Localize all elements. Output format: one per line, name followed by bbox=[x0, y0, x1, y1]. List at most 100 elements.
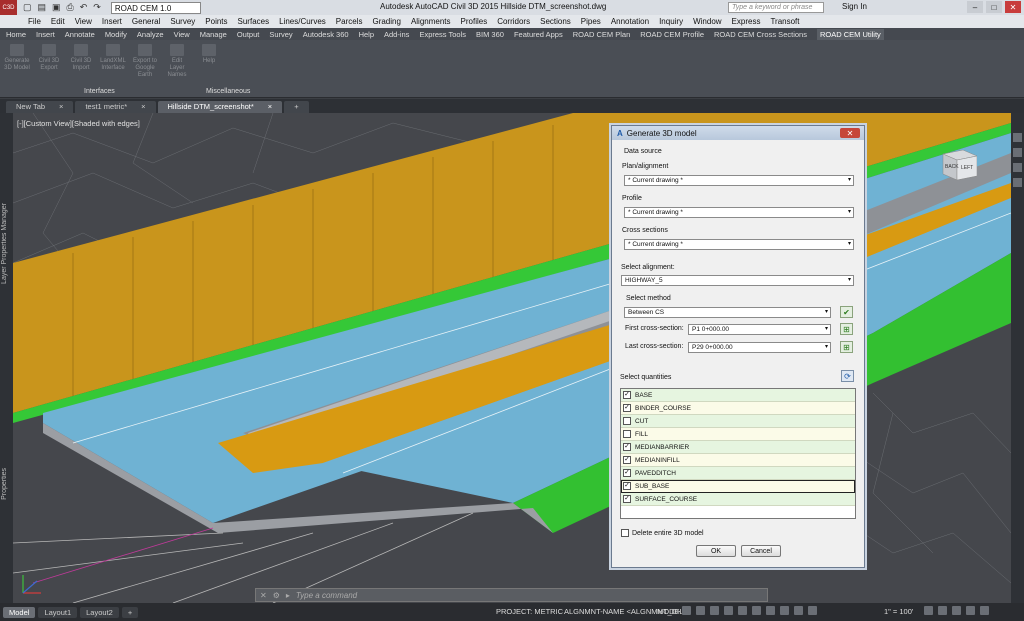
last-cross-section-select[interactable]: P29 0+000.00 ▾ bbox=[688, 342, 831, 353]
plan-select[interactable]: * Current drawing * ▾ bbox=[624, 175, 854, 186]
ribbon-button-generate-3d-model[interactable]: Generate 3D Model bbox=[4, 44, 30, 79]
ribbon-tab-road-cem-cross-sections[interactable]: ROAD CEM Cross Sections bbox=[714, 30, 807, 39]
ribbon-tab-road-cem-profile[interactable]: ROAD CEM Profile bbox=[640, 30, 704, 39]
quantity-row[interactable]: ✓ MEDIANINFILL bbox=[621, 454, 855, 467]
close-icon[interactable]: × bbox=[141, 101, 145, 113]
menu-item-alignments[interactable]: Alignments bbox=[411, 17, 451, 26]
refresh-quantities-icon[interactable]: ⟳ bbox=[841, 370, 854, 382]
workspace-icon[interactable] bbox=[808, 606, 817, 615]
menu-item-edit[interactable]: Edit bbox=[51, 17, 65, 26]
model-status[interactable]: MODEL bbox=[657, 607, 684, 616]
ribbon-tab-annotate[interactable]: Annotate bbox=[65, 30, 95, 39]
redo-icon[interactable]: ↷ bbox=[93, 2, 101, 13]
close-icon[interactable]: × bbox=[268, 101, 272, 113]
close-icon[interactable]: × bbox=[59, 101, 63, 113]
ribbon-tab-modify[interactable]: Modify bbox=[105, 30, 127, 39]
delete-model-checkbox[interactable] bbox=[621, 529, 629, 537]
maximize-icon[interactable]: □ bbox=[986, 1, 1002, 13]
quantity-row[interactable]: ✓ BASE bbox=[621, 389, 855, 402]
doc-tab[interactable]: New Tab × bbox=[6, 101, 74, 113]
quantity-row[interactable]: CUT bbox=[621, 415, 855, 428]
close-icon[interactable]: ✕ bbox=[1005, 1, 1021, 13]
method-select[interactable]: Between CS ▾ bbox=[624, 307, 831, 318]
command-line[interactable]: ✕ ⚙ ▸ Type a command bbox=[255, 588, 768, 602]
menu-item-sections[interactable]: Sections bbox=[540, 17, 571, 26]
menu-item-view[interactable]: View bbox=[75, 17, 92, 26]
ribbon-tab-manage[interactable]: Manage bbox=[200, 30, 227, 39]
menu-item-lines-curves[interactable]: Lines/Curves bbox=[279, 17, 326, 26]
quantity-checkbox[interactable] bbox=[623, 430, 631, 438]
first-cross-section-select[interactable]: P1 0+000.00 ▾ bbox=[688, 324, 831, 335]
layout-tab-layout1[interactable]: Layout1 bbox=[38, 606, 78, 618]
menu-item-insert[interactable]: Insert bbox=[102, 17, 122, 26]
hardware-acceleration-icon[interactable] bbox=[952, 606, 961, 615]
menu-item-express[interactable]: Express bbox=[732, 17, 761, 26]
undo-icon[interactable]: ↶ bbox=[80, 2, 88, 13]
menu-item-annotation[interactable]: Annotation bbox=[611, 17, 649, 26]
quantity-checkbox[interactable]: ✓ bbox=[623, 391, 631, 399]
customize-icon[interactable] bbox=[980, 606, 989, 615]
ribbon-tab-road-cem-utility[interactable]: ROAD CEM Utility bbox=[816, 28, 884, 40]
clean-screen-icon[interactable] bbox=[966, 606, 975, 615]
app-menu-button[interactable]: C3D bbox=[0, 0, 17, 15]
close-icon[interactable]: ✕ bbox=[260, 591, 267, 600]
snap-icon[interactable] bbox=[696, 606, 705, 615]
quantity-checkbox[interactable]: ✓ bbox=[623, 469, 631, 477]
workspace-dropdown[interactable]: ROAD CEM 1.0 bbox=[110, 1, 201, 14]
properties-label[interactable]: Properties bbox=[1, 468, 8, 500]
settings-icon[interactable] bbox=[924, 606, 933, 615]
doc-tab-active[interactable]: Hillside DTM_screenshot* × bbox=[157, 101, 283, 113]
zoom-icon[interactable] bbox=[1013, 148, 1022, 157]
cross-sections-select[interactable]: * Current drawing * ▾ bbox=[624, 239, 854, 250]
polar-icon[interactable] bbox=[724, 606, 733, 615]
minimize-icon[interactable]: – bbox=[967, 1, 983, 13]
alignment-select[interactable]: HIGHWAY_5 ▾ bbox=[621, 275, 854, 286]
quantity-checkbox[interactable]: ✓ bbox=[623, 456, 631, 464]
menu-item-points[interactable]: Points bbox=[205, 17, 227, 26]
auto-scale-icon[interactable] bbox=[794, 606, 803, 615]
quantity-checkbox[interactable]: ✓ bbox=[623, 404, 631, 412]
menu-item-parcels[interactable]: Parcels bbox=[336, 17, 363, 26]
quantity-checkbox[interactable]: ✓ bbox=[623, 495, 631, 503]
menu-item-transoft[interactable]: Transoft bbox=[770, 17, 799, 26]
open-icon[interactable]: ▤ bbox=[38, 2, 47, 13]
menu-item-inquiry[interactable]: Inquiry bbox=[659, 17, 683, 26]
print-icon[interactable]: ⎙ bbox=[67, 2, 74, 13]
quantity-row[interactable]: ✓ SUB_BASE bbox=[621, 480, 855, 493]
menu-item-file[interactable]: File bbox=[28, 17, 41, 26]
quantity-row[interactable]: ✓ SURFACE_COURSE bbox=[621, 493, 855, 506]
ribbon-button-landxml-interface[interactable]: LandXML Interface bbox=[100, 44, 126, 79]
ribbon-tab-add-ins[interactable]: Add-ins bbox=[384, 30, 409, 39]
ribbon-button-civil-3d-export[interactable]: Civil 3D Export bbox=[36, 44, 62, 79]
quantity-row[interactable]: ✓ PAVEDDITCH bbox=[621, 467, 855, 480]
wrench-icon[interactable]: ⚙ bbox=[273, 591, 280, 600]
menu-item-survey[interactable]: Survey bbox=[170, 17, 195, 26]
menu-item-grading[interactable]: Grading bbox=[372, 17, 400, 26]
viewport-controls-label[interactable]: [-][Custom View][Shaded with edges] bbox=[17, 119, 140, 128]
pick-last-cross-section-icon[interactable]: ⊞ bbox=[840, 341, 853, 353]
quantity-row[interactable]: ✓ MEDIANBARRIER bbox=[621, 441, 855, 454]
pick-first-cross-section-icon[interactable]: ⊞ bbox=[840, 323, 853, 335]
otrack-icon[interactable] bbox=[752, 606, 761, 615]
confirm-method-check-icon[interactable]: ✔ bbox=[840, 306, 853, 318]
ribbon-tab-autodesk-360[interactable]: Autodesk 360 bbox=[303, 30, 349, 39]
ribbon-tab-home[interactable]: Home bbox=[6, 30, 26, 39]
ribbon-button-help[interactable]: Help bbox=[196, 44, 222, 79]
annotation-scale[interactable]: 1" = 100' bbox=[884, 607, 913, 616]
ribbon-tab-road-cem-plan[interactable]: ROAD CEM Plan bbox=[573, 30, 631, 39]
ribbon-tab-view[interactable]: View bbox=[174, 30, 190, 39]
ribbon-tab-survey[interactable]: Survey bbox=[269, 30, 292, 39]
profile-select[interactable]: * Current drawing * ▾ bbox=[624, 207, 854, 218]
ribbon-tab-output[interactable]: Output bbox=[237, 30, 260, 39]
layout-tab-layout2[interactable]: Layout2 bbox=[80, 606, 119, 618]
menu-item-general[interactable]: General bbox=[132, 17, 160, 26]
menu-item-corridors[interactable]: Corridors bbox=[497, 17, 530, 26]
quantity-row[interactable]: ✓ BINDER_COURSE bbox=[621, 402, 855, 415]
ribbon-tab-analyze[interactable]: Analyze bbox=[137, 30, 164, 39]
ribbon-tab-bim-360[interactable]: BIM 360 bbox=[476, 30, 504, 39]
pan-icon[interactable] bbox=[1013, 133, 1022, 142]
orbit-icon[interactable] bbox=[1013, 163, 1022, 172]
doc-tab[interactable]: test1 metric* × bbox=[75, 101, 156, 113]
ribbon-tab-insert[interactable]: Insert bbox=[36, 30, 55, 39]
ribbon-button-civil-3d-import[interactable]: Civil 3D Import bbox=[68, 44, 94, 79]
